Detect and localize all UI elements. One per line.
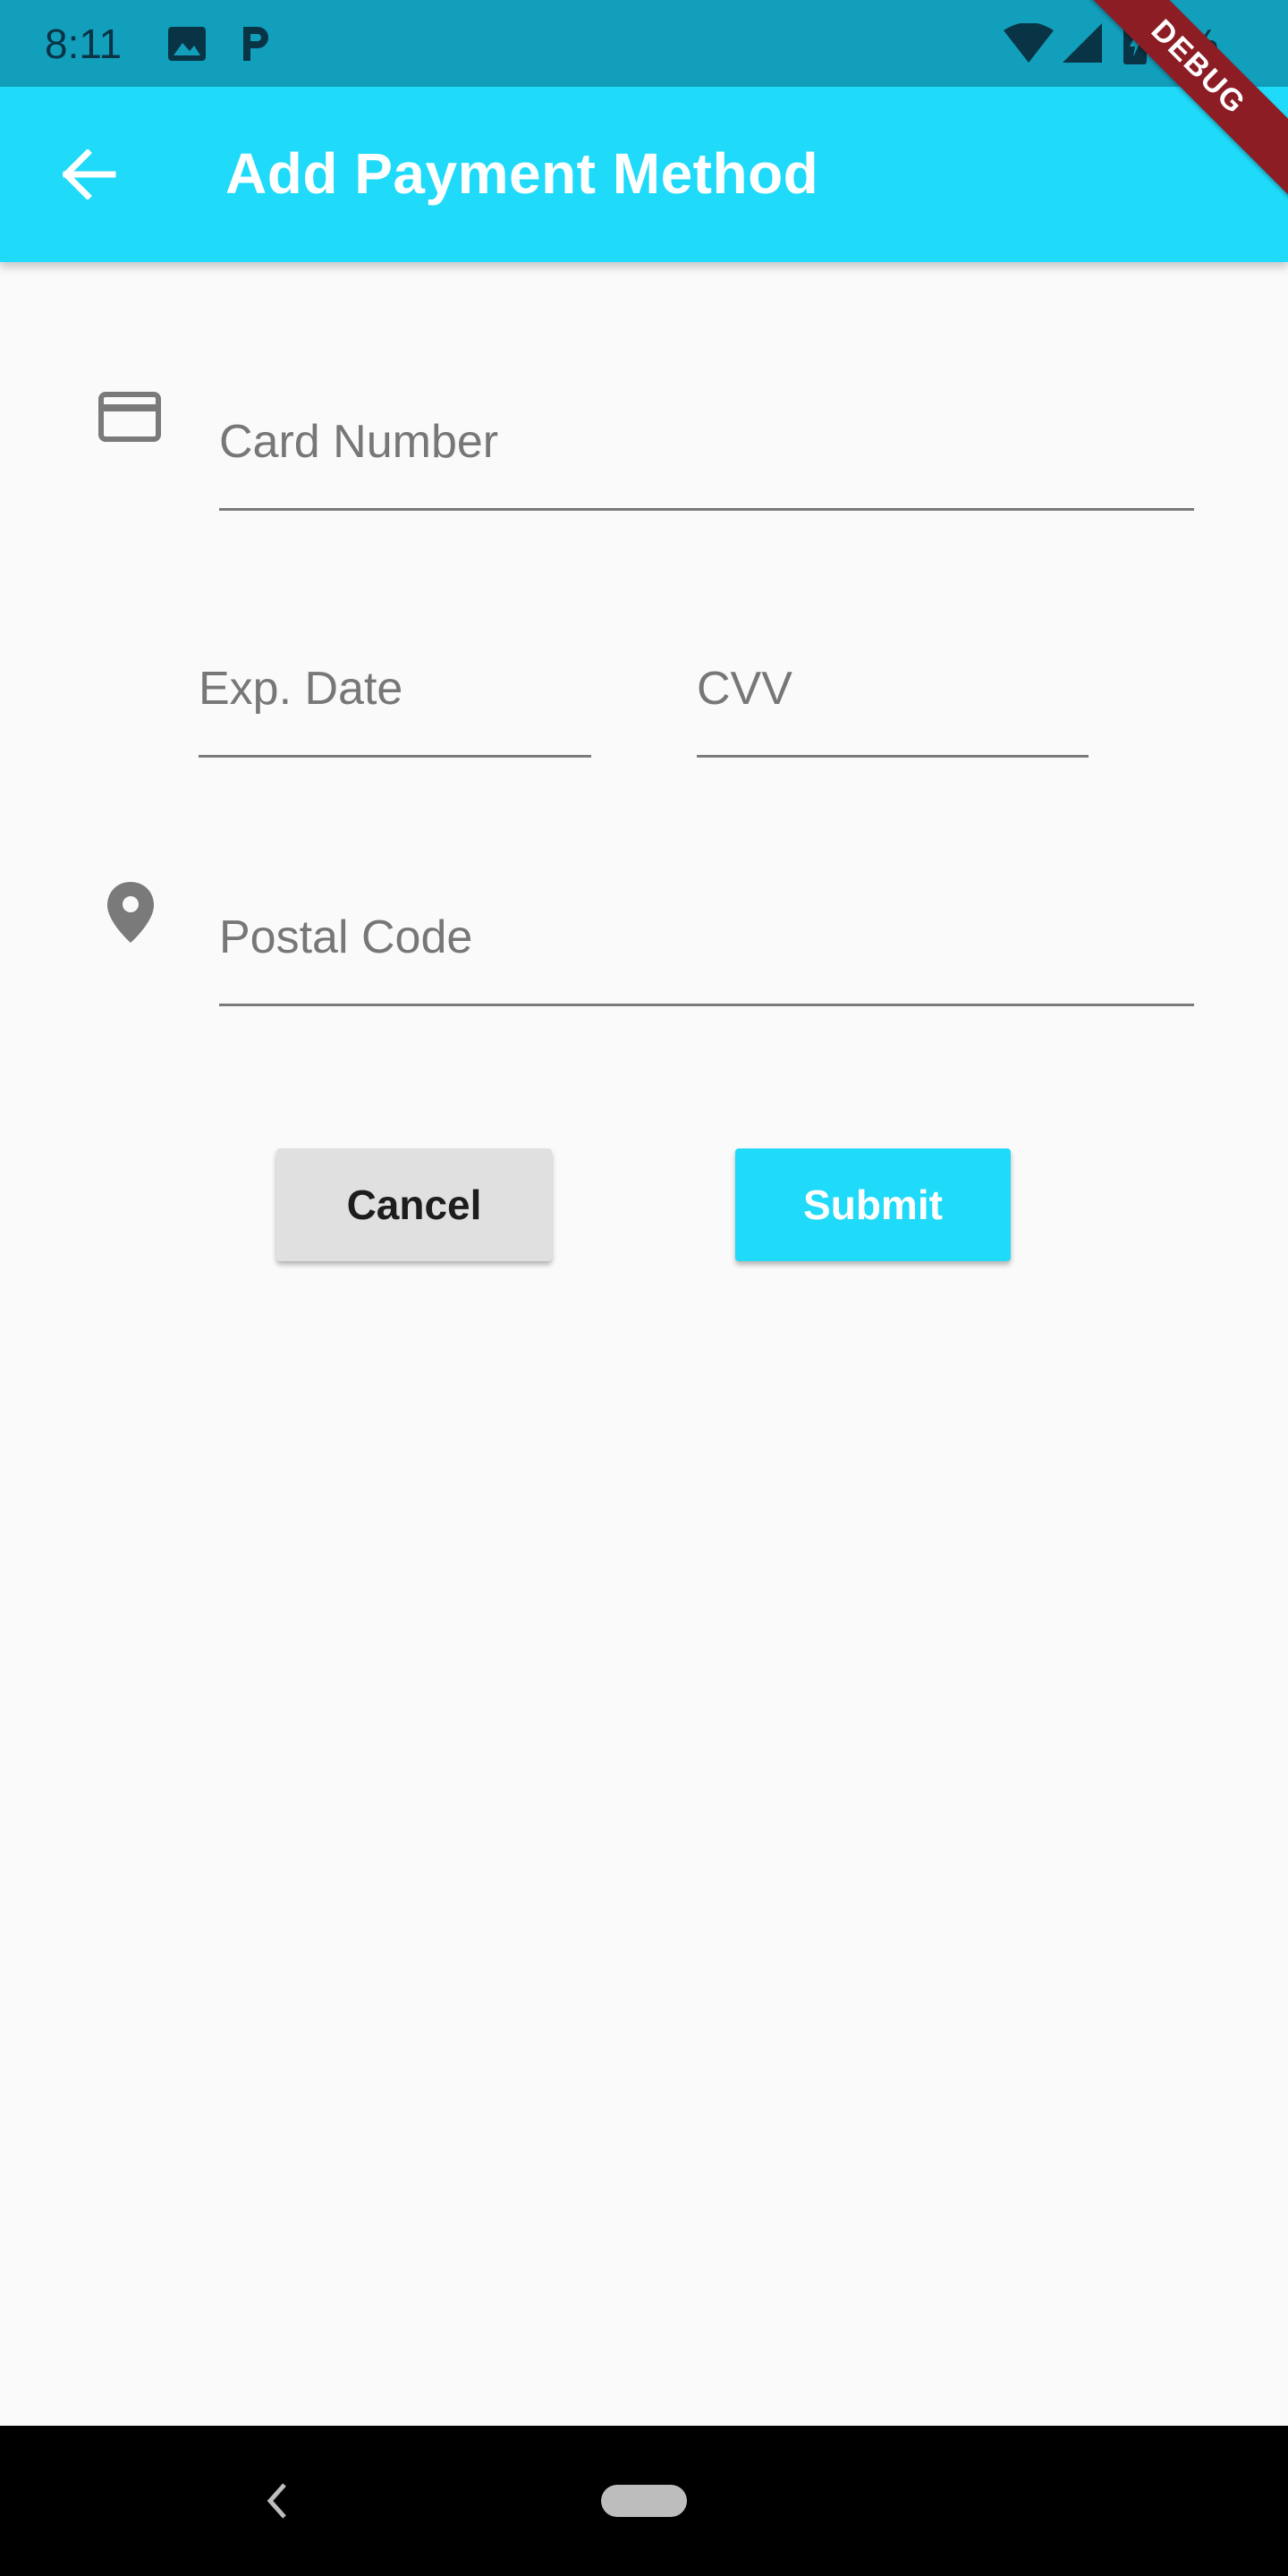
credit-card-icon	[98, 392, 161, 442]
image-icon	[168, 27, 206, 61]
back-button[interactable]	[45, 130, 134, 219]
card-number-field	[219, 376, 1194, 511]
page-title: Add Payment Method	[225, 141, 819, 206]
cvv-field	[697, 623, 1089, 758]
exp-date-input[interactable]	[199, 623, 591, 755]
submit-button[interactable]: Submit	[735, 1148, 1011, 1261]
postal-code-input[interactable]	[219, 871, 1194, 1004]
arrow-back-icon	[63, 149, 116, 199]
cancel-button[interactable]: Cancel	[276, 1148, 552, 1261]
signal-icon	[1063, 23, 1102, 63]
app-bar: Add Payment Method	[0, 87, 1288, 262]
status-bar: 8:11 9%	[0, 0, 1288, 87]
postal-code-field	[219, 871, 1194, 1006]
system-nav-bar	[0, 2426, 1288, 2576]
wifi-icon	[1004, 23, 1054, 63]
card-number-input[interactable]	[219, 376, 1194, 508]
location-pin-icon	[107, 882, 154, 943]
status-time: 8:11	[45, 21, 123, 67]
exp-date-field	[199, 623, 591, 758]
cvv-input[interactable]	[697, 623, 1089, 755]
chevron-left-icon[interactable]	[265, 2481, 290, 2521]
parking-icon	[243, 27, 268, 61]
home-pill-icon[interactable]	[601, 2485, 687, 2517]
